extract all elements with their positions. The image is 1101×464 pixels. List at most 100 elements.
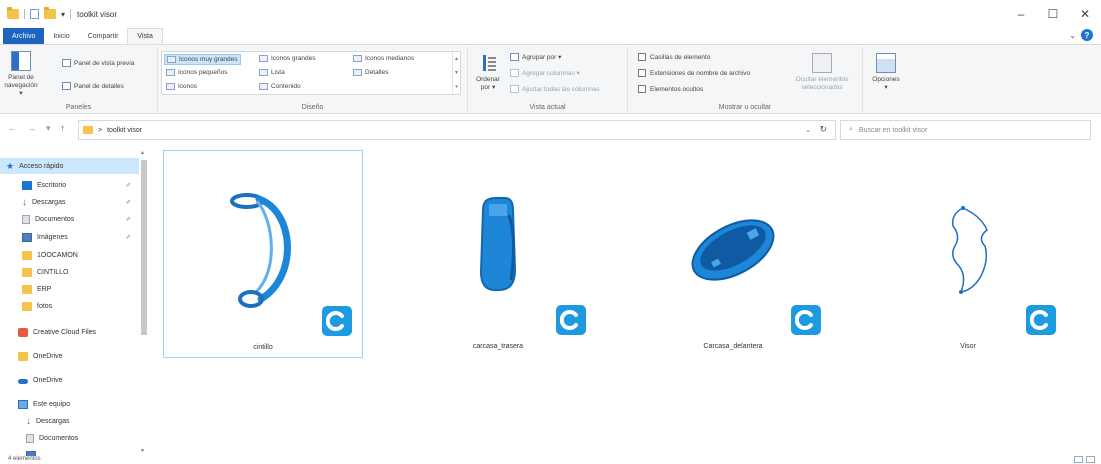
sidebar-item-downloads[interactable]: ↓ Descargas ✐	[0, 194, 131, 210]
refresh-icon[interactable]: ↻	[819, 124, 827, 135]
file-extensions-toggle[interactable]: Extensiones de nombre de archivo	[638, 69, 750, 77]
pin-icon[interactable]: ✐	[126, 199, 131, 206]
options-button[interactable]: Opciones ▾	[869, 53, 903, 92]
sidebar-item-creative-cloud[interactable]: Creative Cloud Files	[0, 324, 96, 340]
navigation-pane-button[interactable]: Panel de navegación ▾	[4, 51, 38, 98]
sidebar-item-folder[interactable]: 1OOCAMON	[0, 247, 78, 263]
search-box[interactable]: ⌕ Buscar en toolkit visor	[840, 120, 1091, 140]
layout-content[interactable]: Contenido	[259, 83, 301, 90]
pin-icon[interactable]: ✐	[126, 234, 131, 241]
preview-pane-button[interactable]: Panel de vista previa	[62, 59, 134, 67]
file-name[interactable]: Visor	[868, 343, 1068, 350]
scroll-up-icon[interactable]: ▲	[140, 150, 145, 156]
file-tile[interactable]: Visor	[868, 150, 1068, 358]
tab-file[interactable]: Archivo	[3, 28, 45, 44]
extra-large-icons-icon	[167, 56, 176, 63]
scroll-up-icon[interactable]: ▲	[454, 56, 459, 62]
file-tile[interactable]: carcasa_trasera	[398, 150, 598, 358]
help-icon[interactable]: ?	[1081, 29, 1093, 41]
collapse-ribbon-icon[interactable]: ⌄	[1069, 31, 1076, 40]
sidebar-item-pictures[interactable]: Imágenes ✐	[0, 229, 131, 245]
file-name[interactable]: carcasa_trasera	[398, 343, 598, 350]
sidebar-item-pc-downloads[interactable]: ↓ Descargas	[0, 413, 69, 429]
checkbox[interactable]	[638, 85, 646, 93]
scroll-down-icon[interactable]: ▼	[454, 70, 459, 76]
panes-group-label: Paneles	[65, 104, 92, 111]
hide-selected-button[interactable]: Ocultar elementos seleccionados	[786, 53, 858, 92]
large-icons-view-icon[interactable]	[1086, 456, 1095, 463]
sidebar-item-folder[interactable]: CINTILLO	[0, 264, 69, 280]
layout-tiles[interactable]: Iconos	[166, 83, 197, 90]
file-tile[interactable]: Carcasa_delantera	[633, 150, 833, 358]
sidebar-item-this-pc[interactable]: Este equipo	[0, 396, 70, 412]
tab-share[interactable]: Compartir	[79, 28, 128, 44]
file-name[interactable]: Carcasa_delantera	[633, 343, 833, 350]
expand-gallery-icon[interactable]: ▾	[455, 84, 458, 90]
tab-home[interactable]: Inicio	[44, 28, 78, 44]
checkbox[interactable]	[638, 53, 646, 61]
layout-large-icons[interactable]: Iconos grandes	[259, 55, 315, 62]
large-icons-icon	[259, 55, 268, 62]
navigation-scrollbar[interactable]: ▲ ▼	[140, 150, 148, 456]
minimize-button[interactable]: –	[1005, 0, 1037, 28]
address-dropdown-icon[interactable]: ⌄	[805, 126, 811, 134]
folder-icon	[7, 7, 19, 19]
recent-locations-icon[interactable]: ▾	[46, 123, 51, 134]
folder-icon	[83, 126, 93, 134]
customize-toolbar-icon[interactable]: ▾	[61, 10, 65, 19]
sidebar-item-quick-access[interactable]: ★ Acceso rápido	[0, 158, 139, 174]
item-checkboxes-toggle[interactable]: Casillas de elemento	[638, 53, 710, 61]
pin-icon[interactable]: ✐	[126, 182, 131, 189]
scroll-down-icon[interactable]: ▼	[140, 448, 145, 454]
layout-small-icons[interactable]: Iconos pequeños	[166, 69, 228, 76]
visor-model-icon	[951, 206, 988, 294]
layout-extra-large-icons[interactable]: Iconos muy grandes	[164, 54, 241, 65]
scrollbar-thumb[interactable]	[141, 160, 147, 335]
sidebar-item-desktop[interactable]: Escritorio ✐	[0, 177, 131, 193]
file-name[interactable]: cintillo	[164, 344, 362, 351]
sidebar-item-label: fotos	[37, 302, 53, 310]
layout-item-label: Contenido	[271, 83, 301, 90]
sidebar-item-onedrive-folder[interactable]: OneDrive	[0, 348, 63, 364]
breadcrumb-current[interactable]: toolkit visor	[107, 127, 142, 134]
properties-icon[interactable]	[30, 9, 39, 19]
search-input[interactable]: Buscar en toolkit visor	[859, 127, 927, 134]
checkbox[interactable]	[638, 69, 646, 77]
breadcrumb-separator[interactable]: >	[98, 127, 102, 134]
pin-icon[interactable]: ✐	[126, 216, 131, 223]
sort-by-button[interactable]: Ordenar por ▾	[471, 53, 505, 92]
sidebar-item-label: Creative Cloud Files	[33, 328, 97, 336]
up-arrow-icon[interactable]: ↑	[61, 123, 66, 134]
details-view-icon[interactable]	[1074, 456, 1083, 463]
close-button[interactable]: ✕	[1069, 0, 1101, 28]
address-row: ← → ▾ ↑ > toolkit visor ⌄ ↻ ⌕ Buscar en …	[0, 115, 1101, 145]
current-view-group: Ordenar por ▾ Agrupar por ▾ Agregar colu…	[468, 47, 628, 113]
tab-view[interactable]: Vista	[127, 28, 163, 44]
sidebar-item-label: Imágenes	[37, 233, 68, 241]
group-by-button[interactable]: Agrupar por ▾	[510, 53, 561, 61]
layout-details[interactable]: Detalles	[353, 69, 388, 76]
details-pane-button[interactable]: Panel de detalles	[62, 82, 124, 90]
carcasa-delantera-model-icon	[691, 219, 775, 281]
maximize-button[interactable]: ☐	[1037, 0, 1069, 28]
new-folder-icon[interactable]	[44, 7, 56, 19]
add-columns-button[interactable]: Agregar columnas ▾	[510, 69, 580, 77]
address-bar[interactable]: > toolkit visor ⌄ ↻	[78, 120, 836, 140]
layout-gallery-scroll[interactable]: ▲ ▼ ▾	[452, 52, 460, 94]
sidebar-item-label: Descargas	[36, 417, 70, 425]
medium-icons-icon	[353, 55, 362, 62]
hidden-items-toggle[interactable]: Elementos ocultos	[638, 85, 703, 93]
sidebar-item-documents[interactable]: Documentos ✐	[0, 211, 131, 227]
file-tile[interactable]: cintillo	[163, 150, 363, 358]
layout-medium-icons[interactable]: Iconos medianos	[353, 55, 414, 62]
back-arrow-icon[interactable]: ←	[8, 123, 17, 134]
window-title: toolkit visor	[77, 9, 118, 19]
sidebar-item-folder[interactable]: fotos	[0, 298, 52, 314]
sidebar-item-pc-partial[interactable]	[0, 447, 36, 456]
sidebar-item-pc-documents[interactable]: Documentos	[0, 430, 78, 446]
fit-columns-button[interactable]: Ajustar todas las columnas	[510, 85, 600, 93]
forward-arrow-icon[interactable]: →	[27, 123, 36, 134]
layout-list[interactable]: Lista	[259, 69, 285, 76]
sidebar-item-folder[interactable]: ERP	[0, 281, 51, 297]
sidebar-item-onedrive[interactable]: OneDrive	[0, 372, 63, 388]
